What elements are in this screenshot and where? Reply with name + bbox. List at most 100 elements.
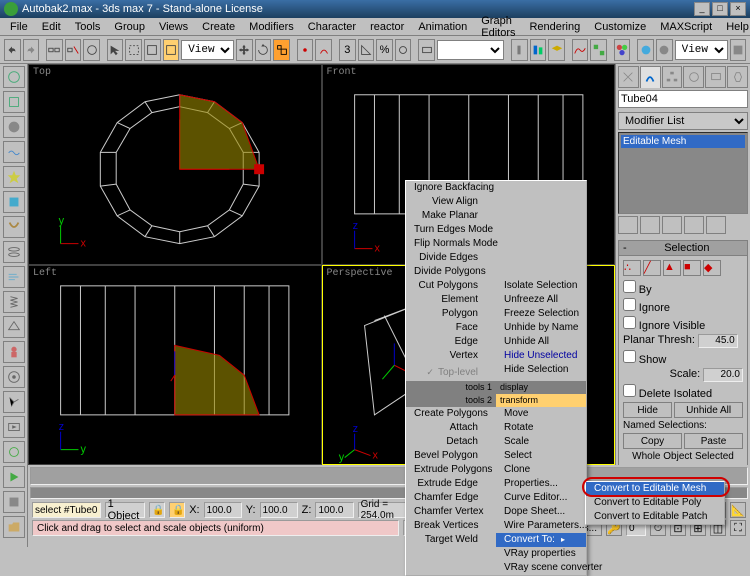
render-scene-button[interactable] — [637, 39, 654, 61]
ctx-hide-unsel[interactable]: Hide Unselected — [496, 349, 586, 363]
unhide-button[interactable]: Unhide All — [674, 402, 743, 418]
modifier-stack[interactable]: Editable Mesh — [618, 132, 748, 214]
reactor-water-button[interactable] — [3, 141, 25, 163]
minimize-button[interactable]: _ — [694, 2, 710, 16]
menu-help[interactable]: Help — [720, 20, 750, 34]
maximize-viewport-button[interactable]: ⛶ — [730, 520, 746, 536]
material-editor-button[interactable] — [614, 39, 631, 61]
ctx-divide-edges[interactable]: Divide Edges — [406, 251, 496, 265]
snap-button[interactable]: 3 — [339, 39, 356, 61]
paste-button[interactable]: Paste — [684, 433, 743, 449]
mirror-button[interactable] — [511, 39, 528, 61]
ctx-vray-scene[interactable]: VRay scene converter — [496, 561, 586, 575]
pin-stack-button[interactable] — [618, 216, 638, 234]
by-checkbox[interactable]: By — [623, 280, 743, 296]
select-button[interactable] — [107, 39, 124, 61]
show-checkbox[interactable]: Show — [623, 350, 743, 366]
reactor-preview-button[interactable] — [3, 416, 25, 438]
ctx-extrude-edge[interactable]: Extrude Edge — [406, 477, 496, 491]
ctx-target-weld[interactable]: Target Weld — [406, 533, 496, 547]
ctx-attach[interactable]: Attach — [406, 421, 496, 435]
reactor-motor-button[interactable] — [3, 366, 25, 388]
menu-group[interactable]: Group — [108, 20, 151, 34]
schematic-button[interactable] — [590, 39, 607, 61]
ctx-bevel[interactable]: Bevel Polygon — [406, 449, 496, 463]
angle-snap-button[interactable] — [358, 39, 375, 61]
object-name-input[interactable] — [618, 90, 748, 108]
reactor-spring-button[interactable] — [3, 291, 25, 313]
modifier-list-dropdown[interactable]: Modifier List — [618, 112, 748, 130]
reactor-create-button[interactable] — [3, 66, 25, 88]
unlink-button[interactable] — [65, 39, 82, 61]
copy-button[interactable]: Copy — [623, 433, 682, 449]
close-button[interactable]: × — [730, 2, 746, 16]
quick-render-button[interactable] — [656, 39, 673, 61]
ctx-ignore-backfacing[interactable]: Ignore Backfacing — [406, 181, 496, 195]
ctx-wire-params[interactable]: Wire Parameters... — [496, 519, 586, 533]
ctx-rotate[interactable]: Rotate — [496, 421, 586, 435]
tab-display[interactable] — [705, 66, 726, 88]
sel-element-button[interactable]: ◆ — [703, 260, 721, 276]
menu-tools[interactable]: Tools — [69, 20, 107, 34]
planar-spinner[interactable]: 45.0 — [698, 334, 738, 348]
ctx-break-vert[interactable]: Break Vertices — [406, 519, 496, 533]
ctx-unhide-name[interactable]: Unhide by Name — [496, 321, 586, 335]
delete-iso-checkbox[interactable]: Delete Isolated — [623, 384, 743, 400]
reactor-util-button[interactable] — [3, 491, 25, 513]
render-last-button[interactable] — [730, 39, 747, 61]
scale-button[interactable] — [273, 39, 290, 61]
reactor-sphere-button[interactable] — [3, 116, 25, 138]
ctx-top-level[interactable]: Top-level — [406, 365, 496, 379]
ctx-unfreeze[interactable]: Unfreeze All — [496, 293, 586, 307]
menu-modifiers[interactable]: Modifiers — [243, 20, 300, 34]
ctx-vray-props[interactable]: VRay properties — [496, 547, 586, 561]
sel-edge-button[interactable]: ╱ — [643, 260, 661, 276]
link-button[interactable] — [46, 39, 63, 61]
ctx-extrude-poly[interactable]: Extrude Polygons — [406, 463, 496, 477]
ctx-unhide-all[interactable]: Unhide All — [496, 335, 586, 349]
manipulate-button[interactable] — [315, 39, 332, 61]
align-button[interactable] — [530, 39, 547, 61]
ctx-clone[interactable]: Clone — [496, 463, 586, 477]
ignore-checkbox[interactable]: Ignore — [623, 298, 743, 314]
lock-button[interactable]: 🔒 — [149, 502, 165, 518]
ctx-turn-edges[interactable]: Turn Edges Mode — [406, 223, 496, 237]
ctx-create-polys[interactable]: Create Polygons — [406, 407, 496, 421]
reactor-star-button[interactable] — [3, 166, 25, 188]
reactor-open-button[interactable] — [3, 516, 25, 538]
y-input[interactable]: 100.0 — [260, 502, 298, 518]
tab-create[interactable] — [618, 66, 639, 88]
reactor-fracture-button[interactable] — [3, 391, 25, 413]
menu-reactor[interactable]: reactor — [364, 20, 410, 34]
select-region-button[interactable] — [125, 39, 142, 61]
ctx-vertex[interactable]: Vertex — [406, 349, 496, 363]
ctx-element[interactable]: Element — [406, 293, 496, 307]
percent-snap-button[interactable]: % — [376, 39, 393, 61]
reactor-toy-button[interactable] — [3, 341, 25, 363]
sub-editable-mesh[interactable]: Convert to Editable Mesh — [586, 482, 724, 496]
reactor-cloth-button[interactable] — [3, 191, 25, 213]
sub-editable-poly[interactable]: Convert to Editable Poly — [586, 496, 724, 510]
ctx-scale[interactable]: Scale — [496, 435, 586, 449]
ctx-divide-polys[interactable]: Divide Polygons — [406, 265, 496, 279]
tab-motion[interactable] — [683, 66, 704, 88]
sub-editable-patch[interactable]: Convert to Editable Patch — [586, 510, 724, 524]
menu-edit[interactable]: Edit — [36, 20, 67, 34]
spinner-snap-button[interactable] — [395, 39, 412, 61]
sel-lock-button[interactable]: 🔒 — [169, 502, 185, 518]
ctx-convert-to[interactable]: Convert To: — [496, 533, 586, 547]
unique-button[interactable] — [662, 216, 682, 234]
ctx-chamfer-edge[interactable]: Chamfer Edge — [406, 491, 496, 505]
config-button[interactable] — [706, 216, 726, 234]
sel-face-button[interactable]: ▲ — [663, 260, 681, 276]
maximize-button[interactable]: □ — [712, 2, 728, 16]
select-by-name-button[interactable] — [163, 39, 180, 61]
ref-coord-dropdown[interactable]: View — [181, 40, 234, 60]
rotate-button[interactable] — [255, 39, 272, 61]
layers-button[interactable] — [548, 39, 565, 61]
reactor-box-button[interactable] — [3, 91, 25, 113]
center-pivot-button[interactable] — [297, 39, 314, 61]
ctx-dope-sheet[interactable]: Dope Sheet... — [496, 505, 586, 519]
rollout-selection-header[interactable]: -Selection — [618, 240, 748, 256]
ctx-polygon[interactable]: Polygon — [406, 307, 496, 321]
